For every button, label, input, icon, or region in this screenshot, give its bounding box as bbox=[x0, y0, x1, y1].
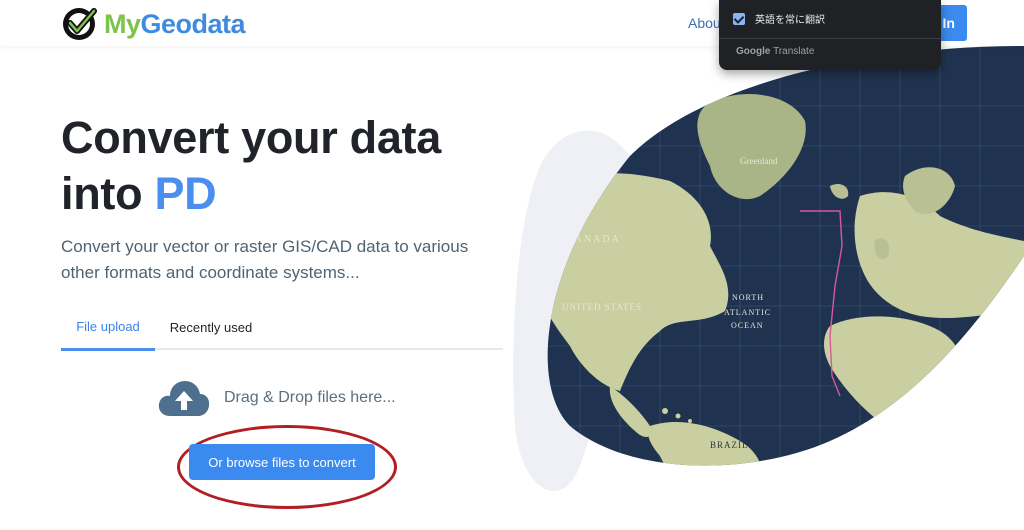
tab-file-upload[interactable]: File upload bbox=[61, 305, 155, 351]
hero-title-into: into bbox=[61, 168, 155, 219]
google-translate-brand: Google Translate bbox=[736, 46, 814, 57]
map-label-north: NORTH bbox=[732, 293, 764, 302]
always-translate-label: 英語を常に翻訳 bbox=[755, 15, 825, 26]
logo-geodata: Geodata bbox=[140, 8, 246, 39]
hero-title-format: PD bbox=[154, 168, 217, 219]
hero-title-line2: into PD bbox=[61, 166, 441, 222]
brand-translate: Translate bbox=[773, 46, 815, 57]
cloud-upload-icon bbox=[158, 381, 210, 416]
hero-title-line1: Convert your data bbox=[61, 112, 441, 163]
upload-tabs: File upload Recently used bbox=[61, 305, 503, 351]
site-logo[interactable]: MyGeodata bbox=[60, 5, 246, 43]
popup-divider bbox=[719, 38, 941, 39]
browse-files-button[interactable]: Or browse files to convert bbox=[189, 444, 375, 480]
map-label-brazil: BRAZIL bbox=[710, 440, 749, 450]
tab-recently-used[interactable]: Recently used bbox=[155, 305, 267, 350]
world-map-illustration: Greenland CANADA UNITED STATES NORTH ATL… bbox=[500, 46, 1024, 530]
map-label-atlantic: ATLANTIC bbox=[724, 308, 771, 317]
checkbox-checked-icon[interactable] bbox=[733, 12, 745, 25]
drop-zone[interactable]: Drag & Drop files here... bbox=[158, 378, 396, 418]
logo-check-icon bbox=[63, 8, 97, 40]
nav-about-link[interactable]: Abou bbox=[688, 15, 721, 31]
logo-my: My bbox=[104, 8, 141, 39]
always-translate-option[interactable]: 英語を常に翻訳 bbox=[733, 11, 825, 26]
logo-text: MyGeodata bbox=[104, 8, 246, 40]
drag-drop-text: Drag & Drop files here... bbox=[224, 389, 396, 406]
translate-popup: 英語を常に翻訳 Google Translate bbox=[719, 0, 941, 70]
hero-title: Convert your data into PD bbox=[61, 110, 441, 222]
map-label-ocean: OCEAN bbox=[731, 321, 764, 330]
brand-google: Google bbox=[736, 46, 771, 57]
map-label-united-states: UNITED STATES bbox=[562, 302, 642, 312]
hero-subtitle: Convert your vector or raster GIS/CAD da… bbox=[61, 237, 469, 282]
map-label-greenland: Greenland bbox=[740, 156, 778, 166]
map-graphic: Greenland CANADA UNITED STATES NORTH ATL… bbox=[513, 46, 1024, 492]
